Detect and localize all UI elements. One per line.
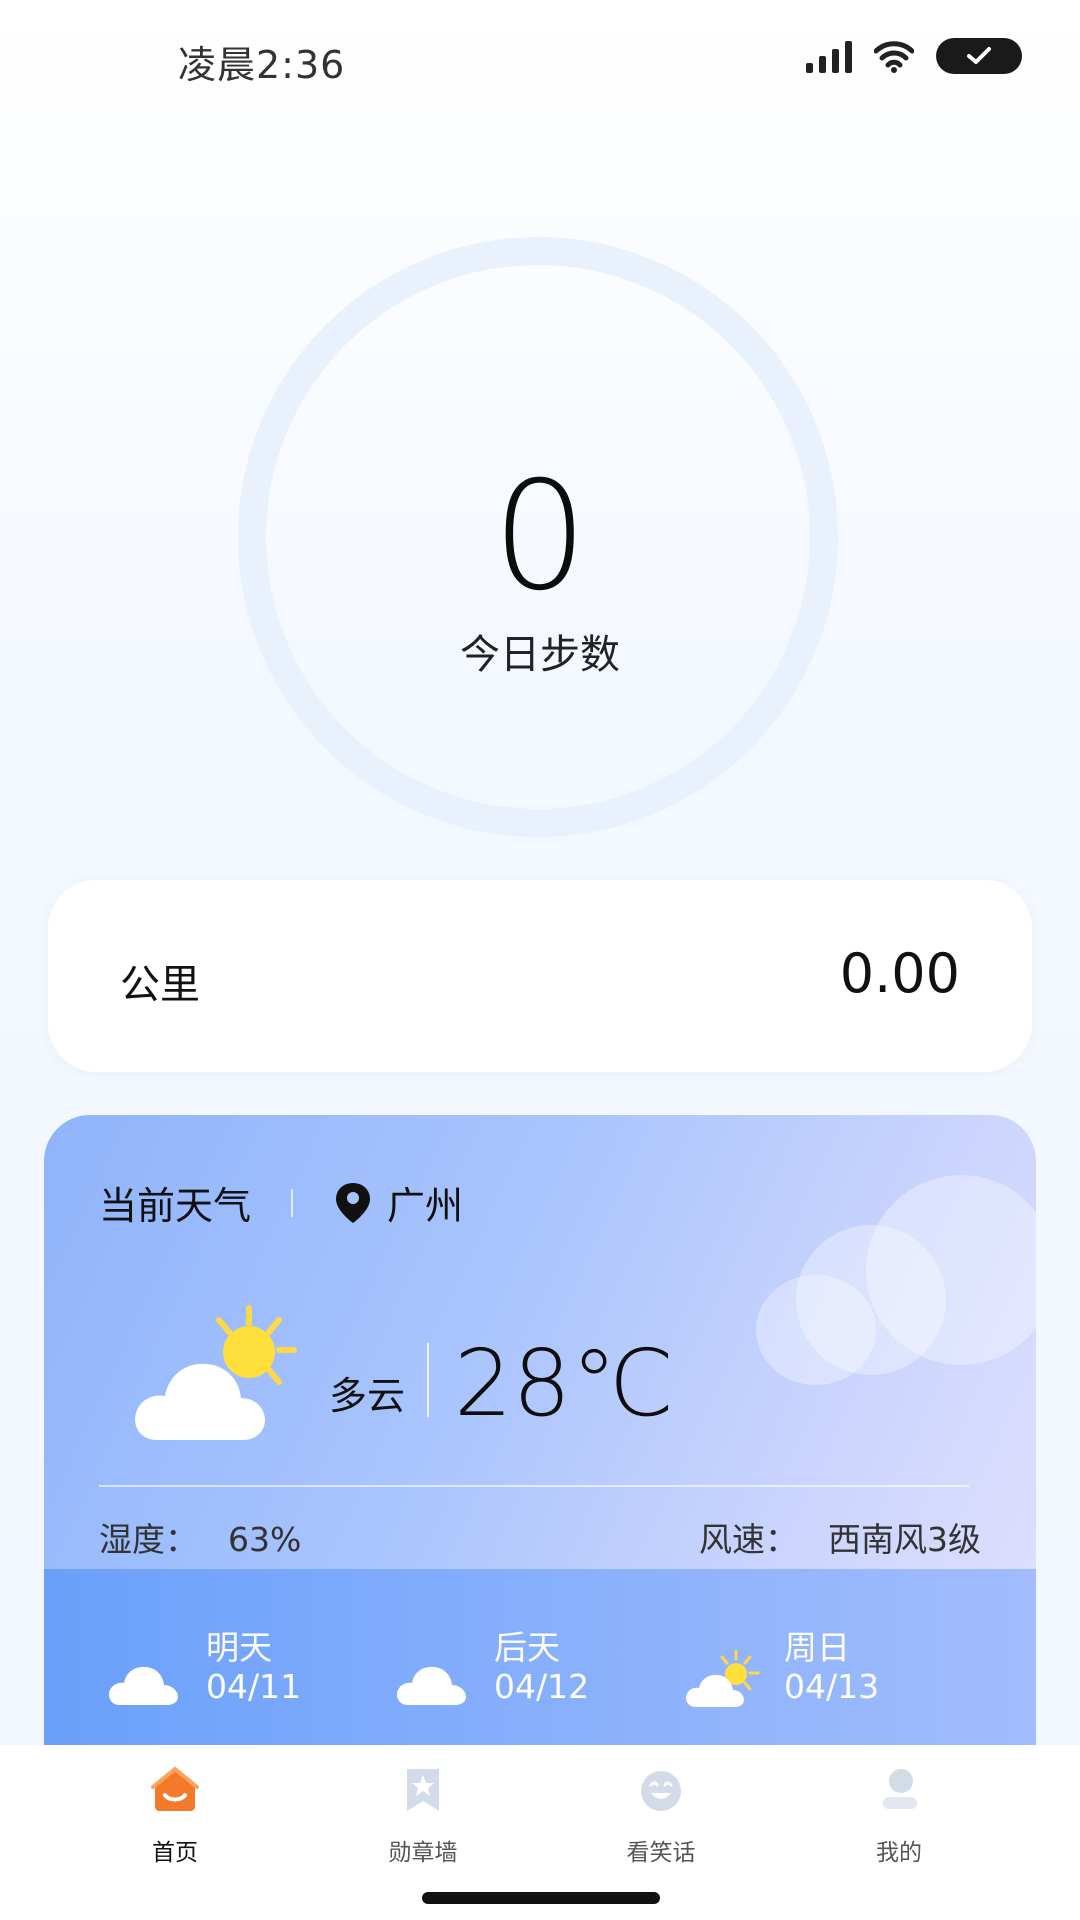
battery-icon bbox=[936, 38, 1022, 74]
cloud-icon bbox=[109, 1666, 178, 1705]
tab-label: 首页 bbox=[152, 1840, 198, 1866]
distance-value: 0.00 bbox=[839, 942, 960, 1005]
status-time: 凌晨2:36 bbox=[178, 43, 346, 87]
home-indicator[interactable] bbox=[422, 1892, 660, 1904]
city-name[interactable]: 广州 bbox=[387, 1175, 463, 1230]
humidity: 湿度： 63% bbox=[99, 1513, 301, 1561]
cloud-icon bbox=[397, 1666, 466, 1705]
humidity-label: 湿度： bbox=[99, 1520, 198, 1559]
tab-profile[interactable]: 我的 bbox=[819, 1765, 979, 1885]
wind-value: 西南风3级 bbox=[828, 1520, 981, 1559]
distance-label: 公里 bbox=[120, 962, 200, 1008]
step-label: 今日步数 bbox=[460, 632, 620, 678]
humidity-value: 63% bbox=[228, 1520, 302, 1559]
header-divider bbox=[291, 1188, 294, 1217]
background-cloud-icon bbox=[756, 1155, 1036, 1395]
distance-card: 公里 0.00 bbox=[48, 880, 1032, 1072]
status-bar: 凌晨2:36 bbox=[0, 0, 1080, 120]
partly-cloudy-icon bbox=[135, 1305, 297, 1440]
weather-title: 当前天气 bbox=[99, 1184, 252, 1228]
forecast-day: 周日 bbox=[784, 1628, 850, 1667]
status-icons bbox=[806, 38, 1022, 74]
step-count: 0 bbox=[492, 450, 588, 624]
tab-badges[interactable]: 勋章墙 bbox=[343, 1765, 503, 1885]
tab-label: 我的 bbox=[876, 1840, 922, 1866]
profile-icon bbox=[883, 1769, 917, 1809]
forecast-day: 后天 bbox=[494, 1628, 560, 1667]
weather-card[interactable]: 当前天气 广州 多云 28℃ 湿度： 63% 风速： 西南风3级 明天 04/1… bbox=[44, 1115, 1036, 1805]
forecast-date: 04/12 bbox=[494, 1667, 590, 1706]
temperature: 28℃ bbox=[454, 1330, 675, 1437]
wind-label: 风速： bbox=[699, 1520, 798, 1559]
temp-divider bbox=[427, 1343, 429, 1417]
forecast-day: 明天 bbox=[206, 1628, 272, 1667]
weather-divider bbox=[99, 1485, 969, 1487]
tab-home[interactable]: 首页 bbox=[95, 1765, 255, 1885]
home-icon bbox=[151, 1767, 199, 1811]
location-pin-icon bbox=[336, 1182, 371, 1223]
wind: 风速： 西南风3级 bbox=[699, 1513, 981, 1561]
wifi-icon bbox=[874, 41, 914, 73]
laugh-icon bbox=[641, 1771, 681, 1811]
tab-jokes[interactable]: 看笑话 bbox=[581, 1765, 741, 1885]
forecast-date: 04/11 bbox=[206, 1667, 302, 1706]
badge-icon bbox=[407, 1769, 439, 1811]
partly-cloudy-icon bbox=[686, 1649, 760, 1707]
weather-header: 当前天气 广州 bbox=[99, 1175, 463, 1230]
signal-icon bbox=[806, 39, 852, 73]
forecast-date: 04/13 bbox=[784, 1667, 880, 1706]
tab-label: 看笑话 bbox=[626, 1840, 696, 1866]
tab-label: 勋章墙 bbox=[388, 1840, 458, 1866]
weather-condition: 多云 bbox=[329, 1374, 406, 1418]
